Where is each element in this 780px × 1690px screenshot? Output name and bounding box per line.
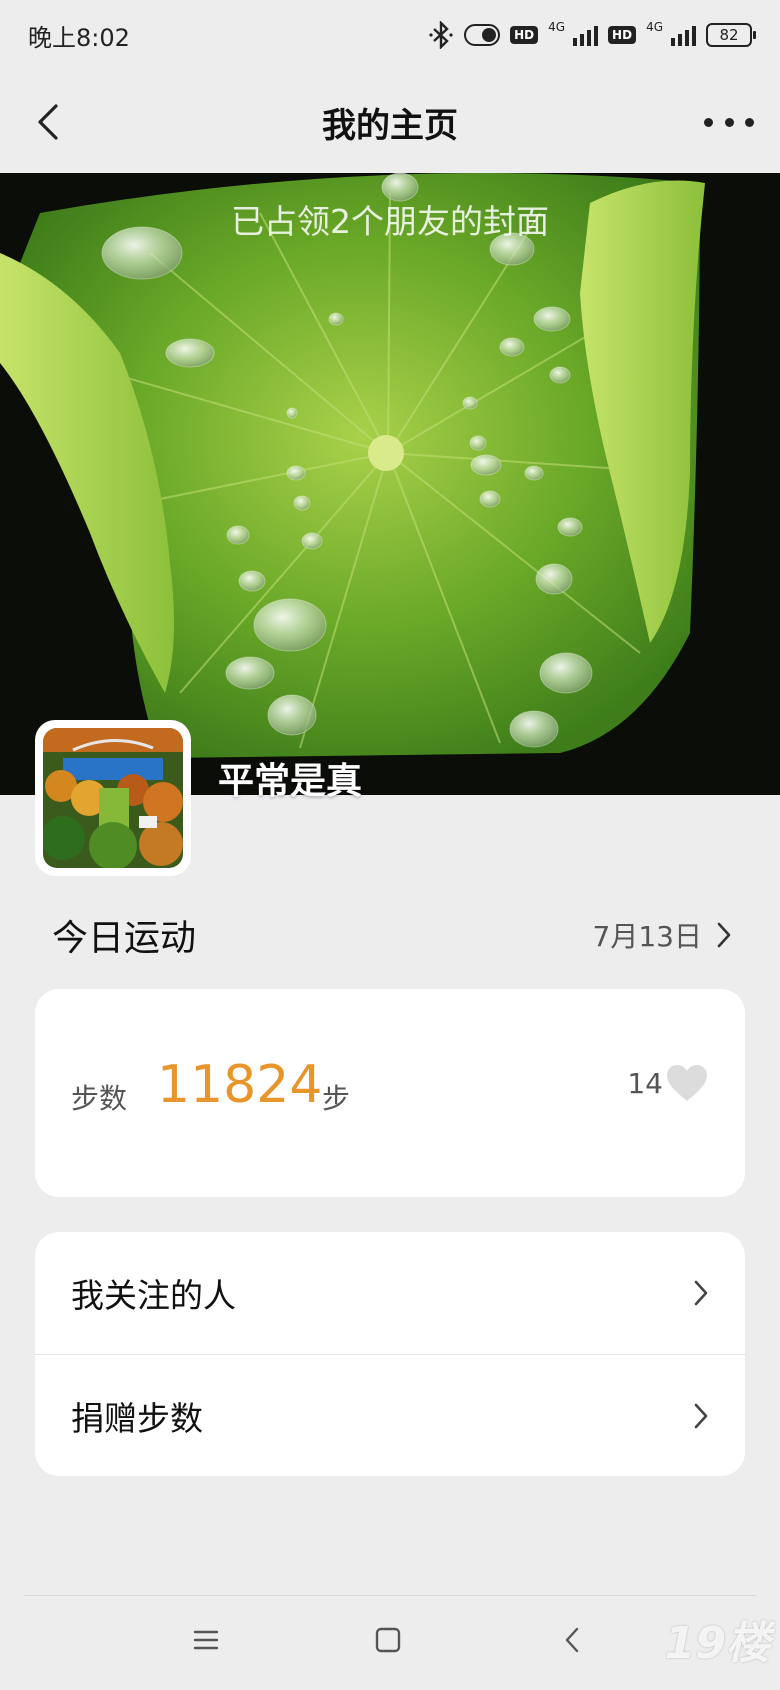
- back-arrow-icon: [565, 1627, 579, 1653]
- menu-item-following[interactable]: 我关注的人: [35, 1232, 745, 1354]
- chevron-right-icon: [717, 922, 731, 948]
- battery-icon: 82: [706, 23, 756, 47]
- system-nav-bar: [0, 1610, 780, 1670]
- home-square-icon: [375, 1627, 401, 1653]
- like-button[interactable]: 14: [627, 1063, 709, 1103]
- likes-count: 14: [627, 1066, 663, 1100]
- steps-label: 步数: [71, 1082, 128, 1115]
- hd-badge-1: HD: [510, 26, 539, 44]
- avatar[interactable]: [35, 720, 191, 876]
- menu-item-donate-steps[interactable]: 捐赠步数: [35, 1354, 745, 1476]
- autumn-landscape-avatar-icon: [43, 728, 183, 868]
- heart-icon: [667, 1065, 707, 1101]
- more-dot-icon: [724, 117, 734, 127]
- more-button[interactable]: [704, 104, 754, 140]
- cover-image[interactable]: 已占领2个朋友的封面: [0, 173, 780, 795]
- status-bar: 晚上8:02 HD 4G HD 4G 82: [0, 0, 780, 70]
- avatar-image: [43, 728, 183, 868]
- more-dot-icon: [704, 117, 713, 127]
- vibrate-toggle-icon: [464, 24, 501, 46]
- home-button[interactable]: [368, 1620, 408, 1660]
- steps-value: 11824: [157, 1055, 323, 1115]
- chevron-right-icon: [694, 1403, 708, 1428]
- system-back-button[interactable]: [552, 1620, 592, 1660]
- signal-icon-1: [573, 24, 599, 46]
- menu-card: 我关注的人 捐赠步数: [35, 1232, 745, 1476]
- hd-badge-2: HD: [608, 26, 637, 44]
- status-time: 晚上8:02: [28, 23, 130, 52]
- chevron-right-icon: [694, 1280, 708, 1306]
- chevron-left-icon: [38, 104, 58, 140]
- menu-icon: [193, 1630, 219, 1650]
- watermark: 19楼: [664, 1618, 770, 1669]
- bottom-divider: [24, 1595, 756, 1596]
- lotus-leaf-illustration: [0, 173, 780, 795]
- bluetooth-icon: [429, 21, 453, 49]
- signal-icon-2: [671, 24, 696, 46]
- network-type-2: 4G: [646, 20, 663, 34]
- nav-bar: 我的主页: [0, 72, 780, 172]
- menu-item-label: 捐赠步数: [71, 1398, 203, 1438]
- cover-caption: 已占领2个朋友的封面: [231, 202, 549, 241]
- status-icons: HD 4G HD 4G 82: [428, 20, 756, 49]
- back-button[interactable]: [28, 102, 68, 142]
- network-type-1: 4G: [548, 20, 566, 34]
- recents-button[interactable]: [186, 1620, 226, 1660]
- page-title: 我的主页: [322, 105, 458, 146]
- menu-item-label: 我关注的人: [71, 1276, 236, 1315]
- today-header: 今日运动 7月13日: [52, 905, 732, 965]
- steps-card[interactable]: 步数 11824 步 14: [35, 989, 745, 1197]
- steps-unit: 步: [322, 1082, 351, 1115]
- more-dot-icon: [745, 117, 754, 127]
- username: 平常是真: [218, 761, 363, 802]
- today-date-link[interactable]: 7月13日: [593, 915, 732, 955]
- today-title: 今日运动: [52, 918, 197, 959]
- today-date: 7月13日: [592, 920, 702, 953]
